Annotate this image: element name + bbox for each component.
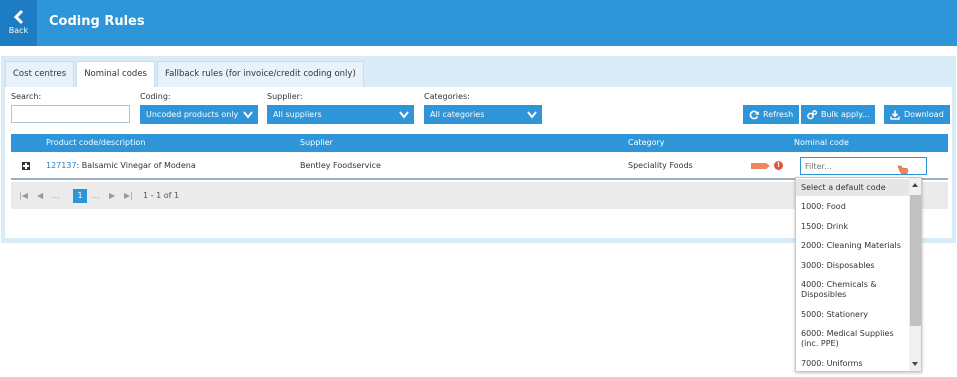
chevron-left-icon <box>13 9 23 25</box>
dropdown-option-3000[interactable]: 3000: Disposables <box>796 261 909 271</box>
nominal-code-dropdown: Select a default code 1000: Food 1500: D… <box>795 177 922 372</box>
coding-label: Coding: <box>140 92 171 101</box>
scrollbar-thumb[interactable] <box>910 195 921 326</box>
tab-fallback-rules[interactable]: Fallback rules (for invoice/credit codin… <box>156 61 364 87</box>
plus-square-icon[interactable] <box>22 162 30 170</box>
supplier-select[interactable]: All suppliers <box>267 105 414 124</box>
col-category[interactable]: Category <box>628 134 665 152</box>
coding-select-value: Uncoded products only <box>146 110 239 119</box>
dropdown-option-2000[interactable]: 2000: Cleaning Materials <box>796 241 909 251</box>
supplier-cell: Bentley Foodservice <box>300 161 381 170</box>
chevron-down-icon <box>527 111 537 119</box>
bulk-apply-button[interactable]: Bulk apply... <box>801 105 876 124</box>
back-button[interactable]: Back <box>0 0 37 46</box>
categories-select[interactable]: All categories <box>424 105 542 124</box>
dropdown-option-7000[interactable]: 7000: Uniforms <box>796 359 909 369</box>
back-label: Back <box>8 26 29 35</box>
bulk-apply-label: Bulk apply... <box>821 110 870 119</box>
dropdown-option-4000[interactable]: 4000: Chemicals & Disposibles <box>796 280 909 300</box>
search-input[interactable] <box>11 105 130 123</box>
categories-label: Categories: <box>424 92 470 101</box>
scroll-up-arrow-icon[interactable] <box>912 183 918 187</box>
coding-select[interactable]: Uncoded products only <box>140 105 258 124</box>
pager-last-button[interactable]: ▶| <box>124 182 133 209</box>
dropdown-option-1500[interactable]: 1500: Drink <box>796 222 909 232</box>
pager-current-page[interactable]: 1 <box>73 189 87 203</box>
dropdown-option-default[interactable]: Select a default code <box>796 179 909 196</box>
hand-cursor-icon <box>897 165 909 175</box>
dropdown-option-5000[interactable]: 5000: Stationery <box>796 310 909 320</box>
scroll-down-arrow-icon[interactable] <box>912 362 918 366</box>
download-label: Download <box>904 110 944 119</box>
col-supplier[interactable]: Supplier <box>300 134 333 152</box>
warning-icon: ! <box>774 161 783 170</box>
refresh-label: Refresh <box>763 110 794 119</box>
pager-first-button[interactable]: |◀ <box>19 182 28 209</box>
pager-ellipsis-before[interactable]: ... <box>52 182 60 209</box>
product-cell: 127137: Balsamic Vinegar of Modena <box>46 152 196 180</box>
table-header: Product code/description Supplier Catego… <box>11 134 948 152</box>
product-description: : Balsamic Vinegar of Modena <box>76 161 196 170</box>
arrow-right-icon <box>751 163 770 169</box>
tab-nominal-codes[interactable]: Nominal codes <box>76 61 155 87</box>
dropdown-scrollbar[interactable] <box>909 178 921 371</box>
col-nominal-code[interactable]: Nominal code <box>794 134 849 152</box>
category-cell: Speciality Foods <box>628 161 693 170</box>
product-code-link[interactable]: 127137 <box>46 161 77 170</box>
page-title: Coding Rules <box>49 14 145 29</box>
col-product[interactable]: Product code/description <box>46 134 145 152</box>
tab-bar: Cost centres Nominal codes Fallback rule… <box>5 61 366 87</box>
search-label: Search: <box>11 92 42 101</box>
pager-prev-button[interactable]: ◀ <box>37 182 43 209</box>
download-button[interactable]: Download <box>884 105 950 124</box>
categories-select-value: All categories <box>430 110 485 119</box>
gears-icon <box>807 110 817 120</box>
download-icon <box>890 110 900 120</box>
table-row: 127137: Balsamic Vinegar of Modena Bentl… <box>11 152 948 180</box>
supplier-select-value: All suppliers <box>273 110 322 119</box>
chevron-down-icon <box>399 111 409 119</box>
top-bar: Back Coding Rules <box>0 0 957 46</box>
supplier-label: Supplier: <box>267 92 303 101</box>
dropdown-option-6000[interactable]: 6000: Medical Supplies (inc. PPE) <box>796 329 909 349</box>
pager-summary: 1 - 1 of 1 <box>143 191 180 200</box>
pager-ellipsis-after[interactable]: ... <box>92 182 100 209</box>
refresh-icon <box>749 110 759 120</box>
dropdown-option-1000[interactable]: 1000: Food <box>796 202 909 212</box>
chevron-down-icon <box>243 111 253 119</box>
pager-next-button[interactable]: ▶ <box>109 182 115 209</box>
refresh-button[interactable]: Refresh <box>743 105 800 124</box>
tab-cost-centres[interactable]: Cost centres <box>5 61 75 87</box>
